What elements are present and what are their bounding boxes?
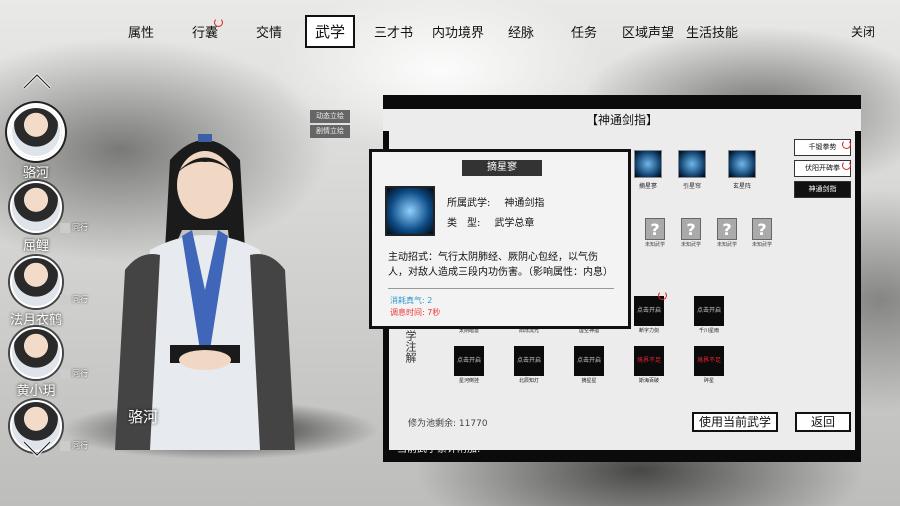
skill-slot[interactable]: 点击开启 [634,296,664,326]
skill-icon[interactable] [678,150,706,178]
divider [388,288,614,289]
party-member-name: 黄小玥 [16,384,56,399]
unknown-skill-icon[interactable]: ? [645,218,665,240]
companion-toggle[interactable]: 同行 [60,368,88,379]
new-indicator-icon [842,140,851,149]
tooltip-type-row: 类 型: 武学总章 [447,218,535,229]
tab-reputation[interactable]: 区域声望 [622,22,674,41]
tooltip-body: 摘星寥 所属武学: 神通剑指 类 型: 武学总章 主动招式：气行太阴肺经、厥阴心包经… [372,152,628,326]
slot-caption: 北辰知灯 [518,378,539,384]
party-member-name: 骆河 [22,166,49,181]
back-button[interactable]: 返回 [795,412,851,432]
skill-slot[interactable]: 点击开启 [514,346,544,376]
pool-label: 修为池剩余: [408,419,457,429]
skill-slot-locked[interactable]: 境界不足 [694,346,724,376]
skill-slot-locked[interactable]: 境界不足 [634,346,664,376]
unknown-skill-icon[interactable]: ? [681,218,701,240]
section-label: 学注解 [404,330,417,363]
chevron-up-icon[interactable] [22,72,52,90]
character-name: 骆河 [128,408,159,426]
tab-relations[interactable]: 交情 [256,22,282,41]
tooltip-school-row: 所属武学: 神通剑指 [447,198,545,209]
tab-sancai-book[interactable]: 三才书 [374,22,413,41]
slot-caption: 断字力剑 [638,328,659,334]
skill-caption: 玄星阵 [732,183,751,190]
skill-slot[interactable]: 点击开启 [454,346,484,376]
story-portrait-button[interactable]: 剧情立绘 [310,125,350,138]
tab-meridians[interactable]: 经脉 [508,22,534,41]
slot-caption: 斯海百破 [638,378,659,384]
close-button[interactable]: 关闭 [851,23,875,40]
pool-value: 11770 [458,419,488,429]
avatar[interactable] [10,256,62,308]
skill-caption: 引星帘 [682,183,701,190]
unknown-caption: 未知武学 [751,242,772,248]
tab-martial-arts[interactable]: 武学 [305,15,356,48]
unknown-caption: 未知武学 [680,242,701,248]
party-member-name: 法月衣鹤 [9,313,62,328]
avatar[interactable] [10,181,62,233]
skill-caption: 摘星寥 [638,183,657,190]
skill-art-icon [385,186,435,236]
new-indicator-icon [842,161,851,170]
unknown-skill-icon[interactable]: ? [752,218,772,240]
unknown-caption: 未知武学 [716,242,737,248]
avatar[interactable] [10,106,62,158]
top-navigation: 属性 行囊 交情 武学 三才书 内功境界 经脉 任务 区域声望 生活技能 关闭 [0,0,900,60]
tab-inner-realm[interactable]: 内功境界 [432,22,484,41]
unknown-caption: 未知武学 [644,242,665,248]
panel-title: 【神通剑指】 [383,109,861,131]
skill-icon[interactable] [728,150,756,178]
tooltip-cooldown: 调息时间: 7秒 [390,308,441,317]
slot-caption: 千川星雨 [698,328,719,334]
tab-shentong-finger[interactable]: 神通剑指 [794,181,851,198]
avatar[interactable] [10,327,62,379]
skill-slot[interactable]: 点击开启 [574,346,604,376]
slot-caption: 碎星 [703,378,714,384]
character-portrait [115,134,295,450]
skill-icon[interactable] [634,150,662,178]
dynamic-portrait-button[interactable]: 动态立绘 [310,110,350,123]
skill-tooltip: 摘星寥 所属武学: 神通剑指 类 型: 武学总章 主动招式：气行太阴肺经、厥阴心包经… [369,149,631,329]
companion-toggle[interactable]: 同行 [60,222,88,233]
tab-life-skills[interactable]: 生活技能 [686,22,738,41]
tab-quests[interactable]: 任务 [571,22,597,41]
tooltip-title: 摘星寥 [462,160,542,176]
new-indicator-icon [658,291,667,300]
tooltip-description: 主动招式：气行太阴肺经、厥阴心包经，以气伤人，对敌人造成三段内功伤害。（影响属性… [388,252,613,278]
slot-caption: 星河倒挂 [458,378,479,384]
companion-toggle[interactable]: 同行 [60,294,88,305]
accumulated-bonus-label: 当前武学累计附加: [397,444,481,455]
party-member-name: 屈鲤 [22,239,49,254]
unknown-skill-icon[interactable]: ? [717,218,737,240]
new-indicator-icon [214,18,223,27]
skill-slot[interactable]: 点击开启 [694,296,724,326]
use-current-art-button[interactable]: 使用当前武学 [692,412,778,432]
slot-caption: 摘星星 [581,378,597,384]
tab-attributes[interactable]: 属性 [128,22,154,41]
companion-toggle[interactable]: 同行 [60,440,88,451]
tooltip-cost: 消耗真气: 2 [390,296,433,305]
cultivation-pool: 修为池剩余: 11770 [408,416,488,429]
chevron-down-icon[interactable] [22,440,52,458]
